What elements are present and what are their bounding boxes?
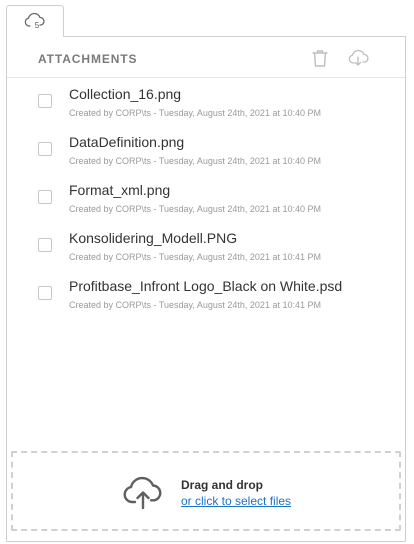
- file-meta: Created by CORP\ts - Tuesday, August 24t…: [69, 300, 321, 310]
- select-files-link[interactable]: or click to select files: [181, 494, 291, 508]
- item-checkbox[interactable]: [38, 142, 52, 156]
- file-name[interactable]: Format_xml.png: [69, 182, 170, 198]
- cloud-upload-icon: [122, 476, 164, 510]
- list-item[interactable]: Profitbase_Infront Logo_Black on White.p…: [7, 270, 405, 318]
- item-checkbox[interactable]: [38, 238, 52, 252]
- file-meta: Created by CORP\ts - Tuesday, August 24t…: [69, 156, 321, 166]
- attachment-list: Collection_16.png Created by CORP\ts - T…: [7, 78, 405, 318]
- panel-header: ATTACHMENTS: [7, 37, 405, 78]
- file-name[interactable]: Collection_16.png: [69, 86, 181, 102]
- list-item[interactable]: Format_xml.png Created by CORP\ts - Tues…: [7, 174, 405, 222]
- attachments-panel: ATTACHMENTS Collection_16.png Created by…: [6, 36, 406, 542]
- file-name[interactable]: DataDefinition.png: [69, 134, 184, 150]
- file-meta: Created by CORP\ts - Tuesday, August 24t…: [69, 108, 321, 118]
- file-meta: Created by CORP\ts - Tuesday, August 24t…: [69, 252, 321, 262]
- list-item[interactable]: Konsolidering_Modell.PNG Created by CORP…: [7, 222, 405, 270]
- panel-title: ATTACHMENTS: [38, 52, 138, 66]
- file-dropzone[interactable]: Drag and drop or click to select files: [11, 451, 401, 531]
- list-item[interactable]: DataDefinition.png Created by CORP\ts - …: [7, 126, 405, 174]
- file-name[interactable]: Profitbase_Infront Logo_Black on White.p…: [69, 278, 342, 294]
- trash-icon[interactable]: [309, 47, 331, 69]
- attachment-count-badge: 5: [34, 21, 40, 30]
- file-name[interactable]: Konsolidering_Modell.PNG: [69, 230, 237, 246]
- item-checkbox[interactable]: [38, 94, 52, 108]
- cloud-download-icon[interactable]: [347, 47, 369, 69]
- file-meta: Created by CORP\ts - Tuesday, August 24t…: [69, 204, 321, 214]
- attachments-toggle-button[interactable]: 5: [6, 5, 64, 37]
- dropzone-title: Drag and drop: [181, 478, 264, 492]
- item-checkbox[interactable]: [38, 190, 52, 204]
- list-item[interactable]: Collection_16.png Created by CORP\ts - T…: [7, 78, 405, 126]
- item-checkbox[interactable]: [38, 286, 52, 300]
